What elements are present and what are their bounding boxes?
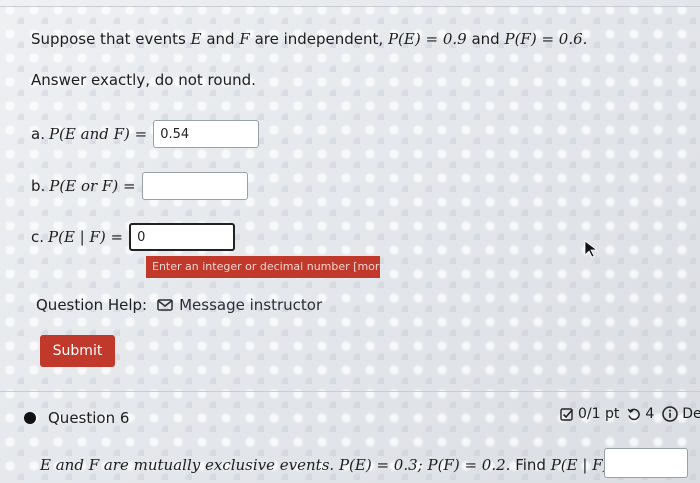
part-b-expr: P(E or F) = (49, 177, 136, 195)
question-6-text: E and F are mutually exclusive events. P… (40, 456, 613, 474)
question-6-prefix: E and F are mutually exclusive events. (40, 456, 335, 474)
part-a-label: a. (31, 125, 45, 143)
question-6-input[interactable] (604, 448, 688, 478)
attempts-indicator: 4 (627, 406, 654, 422)
top-divider (0, 6, 700, 7)
problem-statement: Suppose that events E and F are independ… (31, 30, 587, 48)
checkbox-edit-icon (560, 408, 574, 421)
problem-and-2: and (471, 30, 500, 48)
attempts-count: 4 (645, 406, 655, 422)
part-c-input[interactable] (129, 223, 236, 251)
part-a-input[interactable] (153, 120, 260, 148)
prob-e-expr: P(E) = 0.9 (387, 30, 467, 48)
message-instructor-label: Message instructor (179, 296, 323, 314)
prob-f-expr: P(F) = 0.6. (504, 30, 588, 48)
info-icon (662, 406, 679, 422)
part-b-label: b. (31, 177, 46, 195)
envelope-icon (157, 299, 173, 311)
details-link[interactable]: De (662, 406, 700, 422)
input-hint-tooltip: Enter an integer or decimal number [more… (146, 256, 380, 278)
question-bullet-icon (24, 412, 36, 424)
part-c-label: c. (31, 228, 45, 246)
question-6-header: Question 6 (24, 409, 129, 427)
part-b-input[interactable] (141, 172, 248, 200)
score-text: 0/1 pt (578, 406, 620, 422)
part-a: a. P(E and F) = (31, 120, 260, 148)
message-instructor-link[interactable]: Message instructor (157, 296, 322, 314)
details-label: De (682, 406, 700, 422)
question-help-label: Question Help: (36, 296, 148, 314)
event-e: E (190, 30, 202, 48)
part-c: c. P(E | F) = (31, 223, 236, 251)
question-divider (0, 391, 700, 392)
mouse-cursor-icon (584, 240, 598, 258)
submit-button[interactable]: Submit (40, 335, 115, 367)
question-6-find: Find (515, 456, 546, 474)
part-a-expr: P(E and F) = (48, 125, 148, 143)
retry-icon (627, 408, 641, 421)
question-6-title: Question 6 (48, 409, 130, 427)
problem-and: and (206, 30, 235, 48)
question-help: Question Help: Message instructor (36, 296, 322, 314)
event-f: F (239, 30, 250, 48)
question-6-status: 0/1 pt 4 De (560, 406, 700, 422)
problem-suffix: are independent, (254, 30, 384, 48)
instruction-text: Answer exactly, do not round. (31, 71, 256, 89)
question-6-expr: P(E) = 0.3; P(F) = 0.2. (338, 456, 511, 474)
part-c-expr: P(E | F) = (48, 228, 124, 246)
part-b: b. P(E or F) = (31, 172, 248, 200)
problem-prefix: Suppose that events (31, 30, 186, 48)
score-indicator: 0/1 pt (560, 406, 619, 422)
